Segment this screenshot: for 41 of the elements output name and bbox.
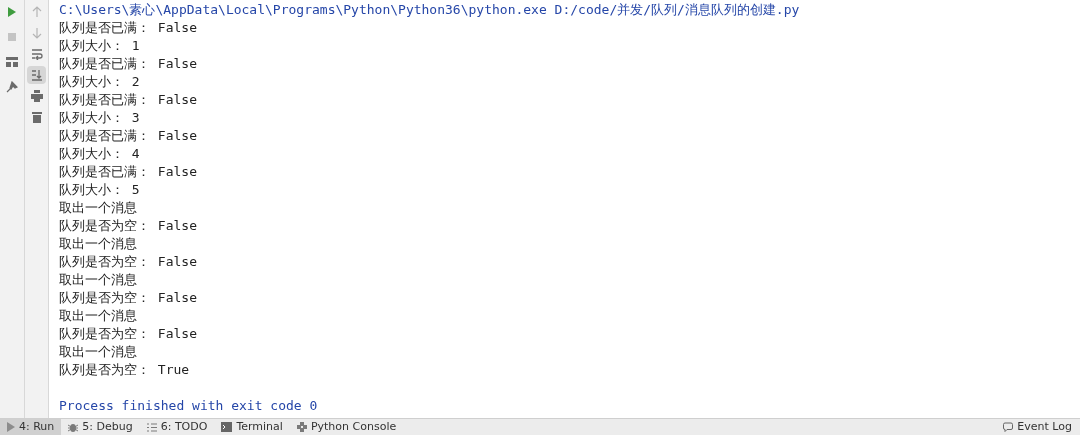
pin-icon[interactable] (6, 81, 18, 93)
soft-wrap-icon[interactable] (30, 48, 43, 60)
python-icon (296, 422, 307, 432)
exit-message: Process finished with exit code 0 (59, 397, 318, 415)
console-output-line: 队列大小： 2 (59, 73, 140, 91)
tool-window-tab[interactable]: 4: Run (0, 419, 62, 435)
print-icon[interactable] (30, 90, 43, 102)
console-output-line: 取出一个消息 (59, 307, 137, 325)
console-output-line: 队列大小： 5 (59, 181, 140, 199)
scroll-to-end-icon[interactable] (30, 69, 43, 81)
console-output-line: 队列是否已满： False (59, 163, 197, 181)
command-line: C:\Users\素心\AppData\Local\Programs\Python\Python36\python.exe D:/code/并发/队列/消息队列的创建.py (59, 1, 800, 19)
event-log-button[interactable]: Event Log (995, 419, 1080, 435)
trash-icon[interactable] (31, 111, 42, 123)
console-output-line: 队列大小： 4 (59, 145, 140, 163)
list-icon (146, 422, 157, 432)
run-icon[interactable] (7, 6, 17, 18)
console-output-line: 队列是否为空： False (59, 325, 197, 343)
terminal-icon (221, 422, 233, 432)
console-output-line: 队列是否为空： True (59, 361, 190, 379)
layout-icon[interactable] (6, 57, 18, 67)
console-output-line: 队列大小： 1 (59, 37, 140, 55)
speech-bubble-icon (1003, 422, 1014, 432)
console-output-line: 队列是否为空： False (59, 253, 197, 271)
console-output-line: 队列是否已满： False (59, 19, 197, 37)
run-icon (7, 422, 15, 432)
console-output-line: 取出一个消息 (59, 271, 137, 289)
tool-window-tab[interactable]: 5: Debug (61, 419, 140, 435)
tool-window-tab[interactable]: 6: TODO (139, 419, 215, 435)
console-output-line: 队列是否为空： False (59, 217, 197, 235)
console-output-line: 队列是否已满： False (59, 91, 197, 109)
console-output-line: 队列是否已满： False (59, 127, 197, 145)
console-output-line: 取出一个消息 (59, 343, 137, 361)
console-output-line: 取出一个消息 (59, 199, 137, 217)
tool-window-tab[interactable]: Python Console (289, 419, 404, 435)
console-output-line: 队列是否已满： False (59, 55, 197, 73)
console-output-line: 队列大小： 3 (59, 109, 140, 127)
console-output-line: 队列是否为空： False (59, 289, 197, 307)
console-output-line: 取出一个消息 (59, 235, 137, 253)
bug-icon (68, 422, 79, 432)
tool-window-tab[interactable]: Terminal (214, 419, 290, 435)
